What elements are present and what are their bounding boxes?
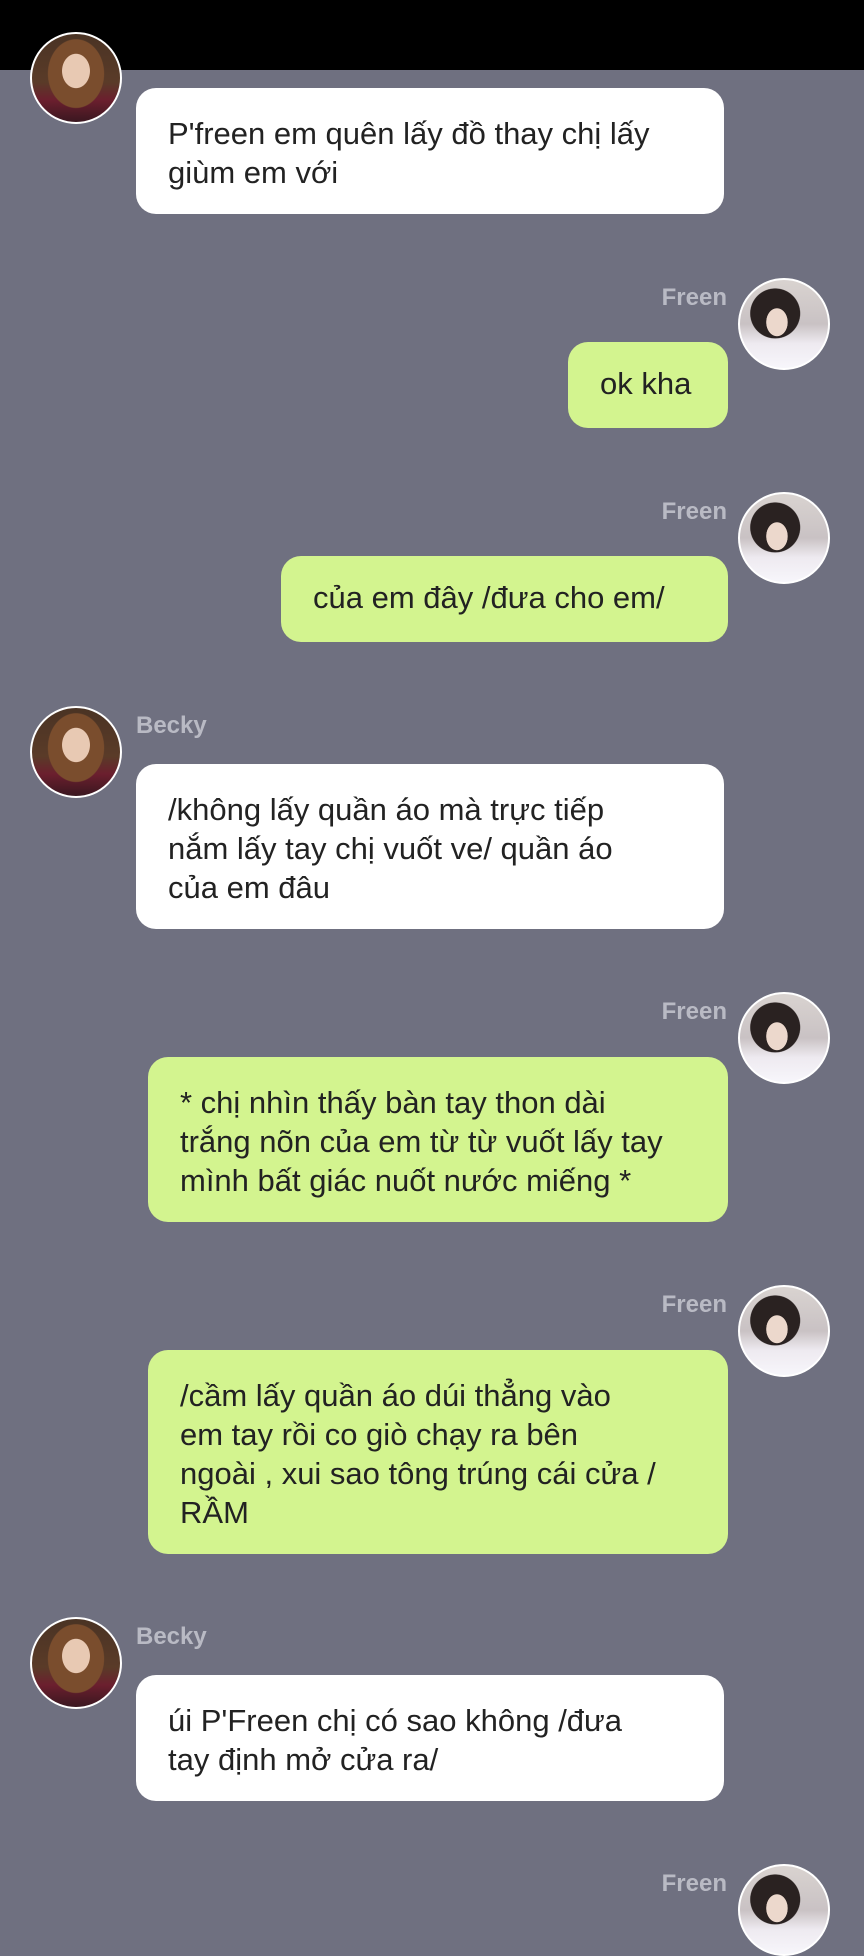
message-bubble[interactable]: /cầm lấy quần áo dúi thẳng vào em tay rồ… bbox=[148, 1350, 728, 1554]
message-text: RẦM bbox=[180, 1495, 249, 1530]
becky-avatar[interactable] bbox=[30, 1617, 122, 1709]
sender-name: Freen bbox=[661, 998, 727, 1025]
sender-name: Freen bbox=[661, 1291, 727, 1318]
message-text: ok kha bbox=[600, 366, 692, 401]
message-text: ngoài , xui sao tông trúng cái cửa / bbox=[180, 1456, 656, 1491]
freen-avatar[interactable] bbox=[738, 1864, 830, 1956]
message-text: trắng nõn của em từ từ vuốt lấy tay bbox=[180, 1124, 663, 1159]
sender-name: Freen bbox=[661, 1870, 727, 1897]
freen-avatar[interactable] bbox=[738, 1285, 830, 1377]
message-text: nắm lấy tay chị vuốt ve/ quần áo bbox=[168, 831, 613, 866]
freen-avatar[interactable] bbox=[738, 492, 830, 584]
message-text: /không lấy quần áo mà trực tiếp bbox=[168, 792, 605, 827]
sender-name: Freen bbox=[661, 498, 727, 525]
status-bar bbox=[0, 0, 864, 70]
sender-name: Freen bbox=[661, 284, 727, 311]
message-bubble[interactable]: úi P'Freen chị có sao không /đưa tay địn… bbox=[136, 1675, 724, 1801]
freen-avatar[interactable] bbox=[738, 992, 830, 1084]
freen-avatar[interactable] bbox=[738, 278, 830, 370]
sender-name: Becky bbox=[136, 712, 207, 739]
message-text: em tay rồi co giò chạy ra bên bbox=[180, 1417, 579, 1452]
message-text: P'freen em quên lấy đồ thay chị lấy bbox=[168, 116, 650, 151]
message-bubble[interactable]: /không lấy quần áo mà trực tiếp nắm lấy … bbox=[136, 764, 724, 929]
message-bubble[interactable]: * chị nhìn thấy bàn tay thon dài trắng n… bbox=[148, 1057, 728, 1222]
becky-avatar[interactable] bbox=[30, 32, 122, 124]
message-bubble[interactable]: P'freen em quên lấy đồ thay chị lấy giùm… bbox=[136, 88, 724, 214]
message-text: của em đây /đưa cho em/ bbox=[313, 580, 665, 615]
message-text: của em đâu bbox=[168, 870, 330, 905]
becky-avatar[interactable] bbox=[30, 706, 122, 798]
sender-name: Becky bbox=[136, 1623, 207, 1650]
message-text: tay định mở cửa ra/ bbox=[168, 1742, 439, 1777]
message-text: úi P'Freen chị có sao không /đưa bbox=[168, 1703, 623, 1738]
message-bubble[interactable]: ok kha bbox=[568, 342, 728, 428]
message-text: /cầm lấy quần áo dúi thẳng vào bbox=[180, 1378, 611, 1413]
message-bubble[interactable]: của em đây /đưa cho em/ bbox=[281, 556, 728, 642]
message-text: mình bất giác nuốt nước miếng * bbox=[180, 1163, 632, 1198]
message-text: * chị nhìn thấy bàn tay thon dài bbox=[180, 1085, 606, 1120]
message-text: giùm em với bbox=[168, 155, 339, 190]
